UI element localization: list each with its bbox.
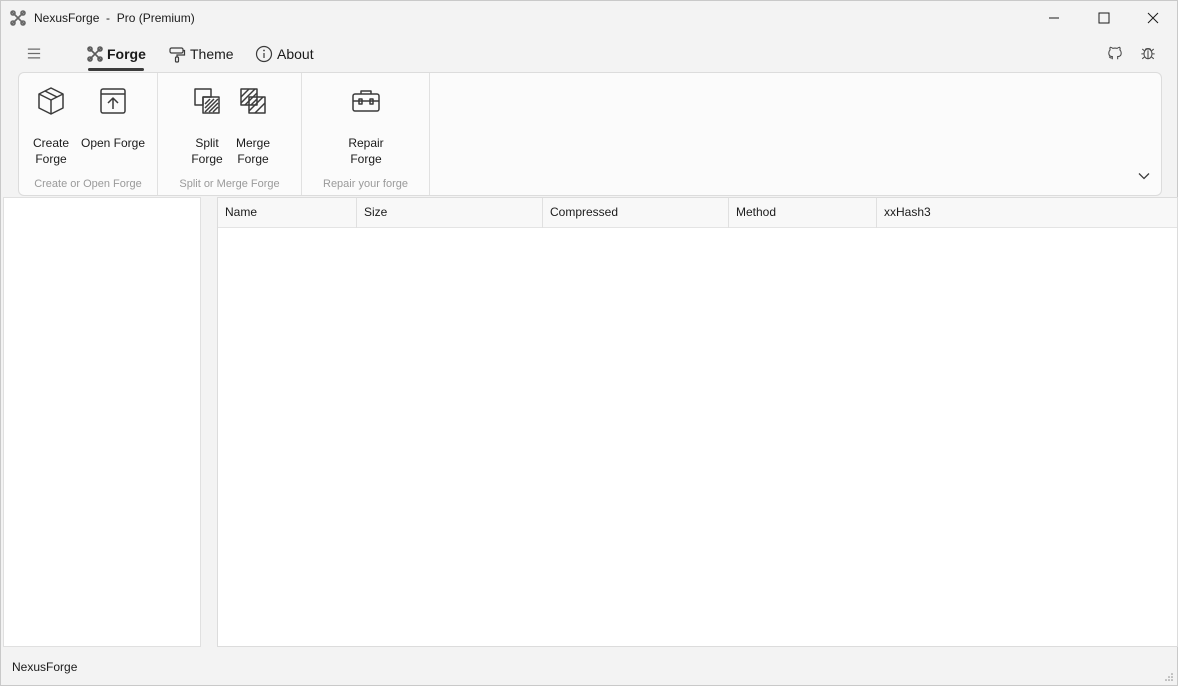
github-icon <box>1108 46 1122 60</box>
app-window: NexusForge - Pro (Premium) Forge Theme A… <box>0 0 1178 686</box>
split-forge-button[interactable]: Split Forge <box>187 85 227 167</box>
resize-grip-icon[interactable] <box>1165 673 1173 681</box>
group-label-create-open: Create or Open Forge <box>34 178 142 190</box>
column-header-size[interactable]: Size <box>357 198 543 228</box>
tab-theme-label: Theme <box>190 46 234 62</box>
open-forge-label: Open Forge <box>80 136 146 150</box>
column-header-xxhash3[interactable]: xxHash3 <box>877 198 1177 228</box>
create-forge-label: Create Forge <box>32 136 70 166</box>
window-title: NexusForge - Pro (Premium) <box>34 11 195 25</box>
column-header-name[interactable]: Name <box>218 198 357 228</box>
ribbon-group-create-open: Create Forge Open Forge Create or Open F… <box>19 73 158 195</box>
forge-icon <box>87 46 103 62</box>
close-button[interactable] <box>1128 1 1178 35</box>
group-label-repair: Repair your forge <box>323 178 408 190</box>
open-forge-button[interactable]: Open Forge <box>81 85 145 151</box>
ribbon-group-repair: Repair Forge Repair your forge <box>302 73 430 195</box>
tab-about-label: About <box>277 46 314 62</box>
ribbon-group-split-merge: Split Forge Merge Forge Split or Merge F… <box>158 73 302 195</box>
bug-report-button[interactable] <box>1139 44 1157 62</box>
tab-forge-label: Forge <box>107 46 146 62</box>
group-label-split-merge: Split or Merge Forge <box>179 178 280 190</box>
merge-icon <box>240 88 266 114</box>
bug-icon <box>1141 48 1155 60</box>
info-icon <box>255 45 273 63</box>
tab-about[interactable]: About <box>255 42 314 66</box>
tab-forge[interactable]: Forge <box>87 42 146 66</box>
repair-forge-label: Repair Forge <box>348 136 384 166</box>
close-icon <box>1147 12 1159 24</box>
file-table[interactable]: Name Size Compressed Method xxHash3 <box>217 197 1178 647</box>
maximize-button[interactable] <box>1079 1 1129 35</box>
tree-panel[interactable] <box>3 197 201 647</box>
chevron-down-icon[interactable] <box>1137 169 1151 183</box>
hamburger-icon <box>27 48 41 58</box>
hamburger-menu-button[interactable] <box>25 45 43 61</box>
app-logo-icon <box>10 10 26 26</box>
merge-forge-label: Merge Forge <box>235 136 270 166</box>
github-button[interactable] <box>1106 44 1124 62</box>
split-forge-label: Split Forge <box>191 136 223 166</box>
repair-forge-button[interactable]: Repair Forge <box>346 85 386 167</box>
active-tab-indicator <box>88 68 144 71</box>
toolbox-icon <box>352 90 380 112</box>
tab-theme[interactable]: Theme <box>168 42 234 66</box>
create-forge-button[interactable]: Create Forge <box>31 85 71 167</box>
table-header: Name Size Compressed Method xxHash3 <box>218 198 1177 228</box>
ribbon: Create Forge Open Forge Create or Open F… <box>18 72 1162 196</box>
merge-forge-button[interactable]: Merge Forge <box>233 85 273 167</box>
minimize-icon <box>1049 17 1059 19</box>
title-bar[interactable]: NexusForge - Pro (Premium) <box>1 1 1177 35</box>
status-text: NexusForge <box>12 660 78 674</box>
minimize-button[interactable] <box>1029 1 1079 35</box>
column-header-method[interactable]: Method <box>729 198 877 228</box>
maximize-icon <box>1098 12 1110 24</box>
paint-roller-icon <box>169 47 186 63</box>
column-header-compressed[interactable]: Compressed <box>543 198 729 228</box>
box-icon <box>38 87 64 115</box>
open-upload-icon <box>100 88 126 114</box>
split-icon <box>194 88 220 114</box>
